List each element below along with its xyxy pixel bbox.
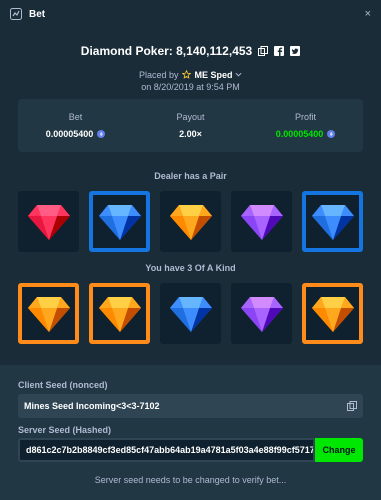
seed-panel: Client Seed (nonced) Mines Seed Incoming… (0, 365, 381, 500)
purple-gem-card (231, 191, 292, 252)
blue-gem-card (160, 283, 221, 344)
username[interactable]: ME Sped (195, 70, 233, 80)
orange-gem-icon (311, 296, 354, 332)
blue-gem-icon (98, 204, 141, 240)
client-seed-label: Client Seed (nonced) (18, 380, 108, 390)
stat-bet: Bet 0.00005400 (18, 99, 133, 152)
close-icon[interactable]: × (365, 8, 371, 20)
orange-gem-icon (169, 204, 212, 240)
verify-note: Server seed needs to be changed to verif… (94, 475, 287, 485)
game-title-row: Diamond Poker: 8,140,112,453 (0, 44, 381, 58)
payout-value: 2.00× (179, 129, 202, 139)
facebook-icon[interactable] (274, 46, 285, 56)
red-gem-card (18, 191, 79, 252)
dealer-hand-label: Dealer has a Pair (154, 171, 227, 181)
bet-value: 0.00005400 (45, 129, 94, 139)
orange-gem-card (160, 191, 221, 252)
chevron-down-icon[interactable] (235, 71, 242, 78)
placed-by: Placed by ME Sped (0, 69, 381, 80)
payout-label: Payout (176, 112, 205, 122)
client-seed-field[interactable]: Mines Seed Incoming<3<3-7102 (18, 394, 363, 418)
stat-payout: Payout 2.00× (133, 99, 248, 152)
server-seed-label: Server Seed (Hashed) (18, 425, 112, 435)
modal-header: Bet × (0, 0, 381, 28)
orange-gem-card (89, 283, 150, 344)
dealer-cards (18, 191, 363, 252)
copy-icon[interactable] (258, 46, 269, 56)
blue-gem-icon (311, 204, 354, 240)
orange-gem-icon (27, 296, 70, 332)
profit-value-row: 0.00005400 (276, 129, 336, 139)
client-seed-value: Mines Seed Incoming<3<3-7102 (24, 401, 160, 411)
orange-gem-icon (98, 296, 141, 332)
blue-gem-card (302, 191, 363, 252)
player-hand-label: You have 3 Of A Kind (145, 263, 236, 273)
orange-gem-card (18, 283, 79, 344)
orange-gem-card (302, 283, 363, 344)
change-seed-button[interactable]: Change (315, 438, 363, 462)
eth-coin-icon (97, 130, 106, 138)
copy-icon[interactable] (347, 401, 357, 411)
server-seed-field[interactable]: d861c2c7b2b8849cf3ed85cf47abb64ab19a4781… (18, 438, 315, 462)
purple-gem-card (231, 283, 292, 344)
bet-value-row: 0.00005400 (46, 129, 106, 139)
placed-by-prefix: Placed by (138, 70, 179, 80)
game-title: Diamond Poker: 8,140,112,453 (80, 44, 253, 58)
stat-profit: Profit 0.00005400 (248, 99, 363, 152)
eth-coin-icon (327, 130, 336, 138)
purple-gem-icon (240, 296, 283, 332)
blue-gem-card (89, 191, 150, 252)
server-seed-value: d861c2c7b2b8849cf3ed85cf47abb64ab19a4781… (26, 445, 315, 455)
purple-gem-icon (240, 204, 283, 240)
player-cards (18, 283, 363, 344)
bet-label: Bet (68, 112, 83, 122)
profit-label: Profit (294, 112, 316, 122)
blue-gem-icon (169, 296, 212, 332)
star-icon (181, 69, 192, 79)
modal-title: Bet (29, 8, 46, 20)
red-gem-icon (27, 204, 70, 240)
bet-icon (10, 8, 22, 20)
placed-date: on 8/20/2019 at 9:54 PM (141, 82, 240, 92)
profit-value: 0.00005400 (275, 129, 324, 139)
twitter-icon[interactable] (290, 46, 301, 56)
bet-stats-panel: Bet 0.00005400 Payout 2.00× Profit 0.000… (18, 99, 363, 152)
